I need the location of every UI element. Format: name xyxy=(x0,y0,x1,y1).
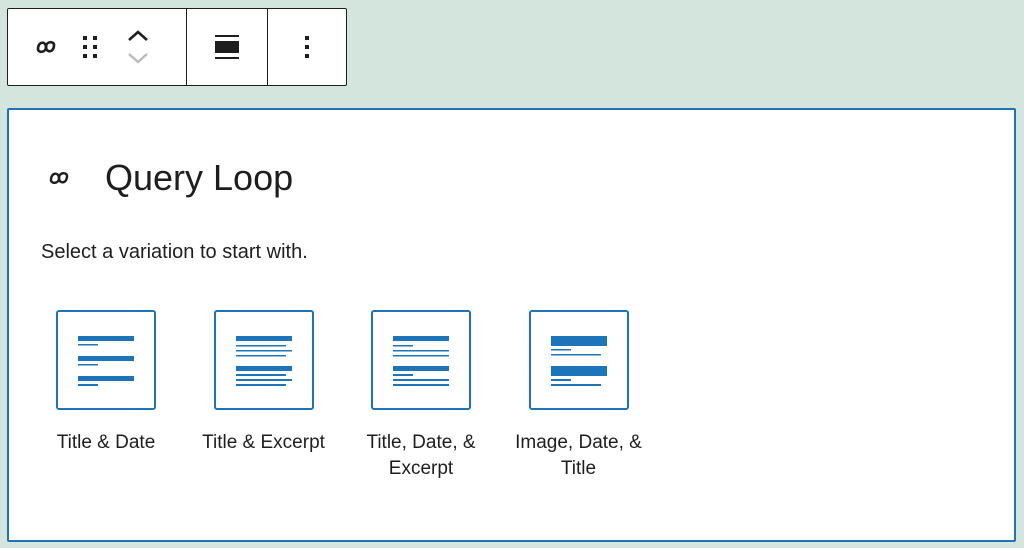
align-full-width-icon xyxy=(215,35,239,59)
toolbar-group-align xyxy=(186,9,267,85)
image-date-title-icon xyxy=(550,336,607,386)
variation-item[interactable]: Title, Date, & Excerpt xyxy=(356,310,486,482)
variation-label: Title & Date xyxy=(56,432,156,453)
move-down-button[interactable] xyxy=(127,47,149,69)
block-type-button[interactable] xyxy=(24,25,68,69)
more-vertical-icon xyxy=(305,36,309,58)
align-button[interactable] xyxy=(203,23,251,71)
variation-button[interactable] xyxy=(56,310,156,410)
variation-item[interactable]: Image, Date, & Title xyxy=(514,310,644,482)
variation-item[interactable]: Title & Excerpt xyxy=(199,310,329,482)
variation-button[interactable] xyxy=(528,310,629,410)
title-date-icon xyxy=(78,336,134,386)
variation-list: Title & Date Title & Excerpt Title, Date… xyxy=(41,310,671,482)
query-loop-icon xyxy=(36,40,56,54)
placeholder-instructions: Select a variation to start with. xyxy=(41,241,308,263)
chevron-down-icon xyxy=(128,53,148,64)
query-loop-icon xyxy=(43,162,75,194)
placeholder-title: Query Loop xyxy=(105,157,294,198)
title-date-excerpt-icon xyxy=(393,336,449,386)
query-loop-placeholder: Query Loop Select a variation to start w… xyxy=(7,108,1016,542)
toolbar-group-options xyxy=(267,9,346,85)
placeholder-header: Query Loop xyxy=(43,156,293,200)
variation-button[interactable] xyxy=(213,310,314,410)
move-up-button[interactable] xyxy=(127,25,149,47)
block-mover xyxy=(118,15,158,79)
options-button[interactable] xyxy=(287,23,327,71)
block-toolbar xyxy=(7,8,347,86)
chevron-up-icon xyxy=(128,30,148,41)
drag-handle-button[interactable] xyxy=(76,25,104,69)
variation-label: Image, Date, & Title xyxy=(515,432,642,479)
variation-label: Title & Excerpt xyxy=(202,432,325,453)
drag-handle-icon xyxy=(83,36,97,58)
title-excerpt-icon xyxy=(235,336,292,386)
variation-label: Title, Date, & Excerpt xyxy=(366,432,476,479)
variation-button[interactable] xyxy=(371,310,471,410)
variation-item[interactable]: Title & Date xyxy=(41,310,171,482)
toolbar-group-block xyxy=(8,9,186,85)
